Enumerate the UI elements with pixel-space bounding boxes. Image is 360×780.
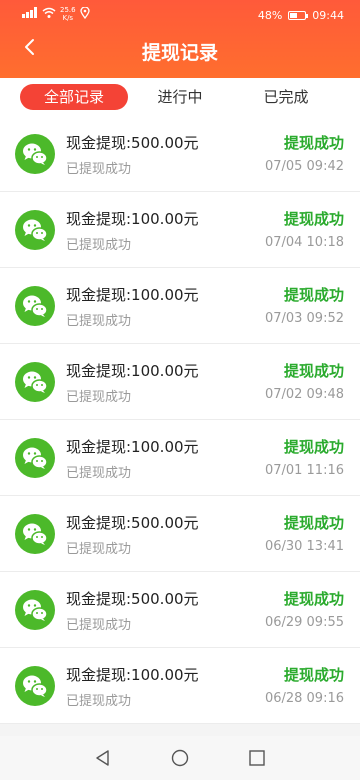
record-status: 提现成功 [283,286,344,304]
record-subtitle: 已提现成功 [66,390,132,405]
record-subtitle: 已提现成功 [66,466,132,481]
record-title: 现金提现:100.00元 [66,210,199,228]
battery-icon [288,11,309,20]
wechat-icon [15,210,55,250]
record-title: 现金提现:100.00元 [66,438,199,456]
home-circle-icon[interactable] [171,749,189,767]
record-time: 07/05 09:42 [264,159,344,174]
record-time: 06/30 13:41 [264,539,344,554]
record-time: 07/02 09:48 [264,387,344,402]
tab-in-progress[interactable]: 进行中 [130,84,230,110]
withdrawal-record-row[interactable]: 现金提现:500.00元 已提现成功 提现成功 06/29 09:55 [0,572,360,648]
record-title: 现金提现:100.00元 [66,286,199,304]
speed-value: 25.6 [60,6,76,14]
record-subtitle: 已提现成功 [66,618,132,633]
page-title: 提现记录 [141,42,218,64]
status-bar: 25.6 K/s 48% 09:44 [0,0,360,30]
record-time: 07/04 10:18 [264,235,344,250]
record-subtitle: 已提现成功 [66,694,132,709]
withdrawal-record-row[interactable]: 现金提现:100.00元 已提现成功 提现成功 06/28 09:16 [0,648,360,724]
record-title: 现金提现:100.00元 [66,362,199,380]
record-time: 06/29 09:55 [264,615,344,630]
withdrawal-record-row[interactable]: 现金提现:500.00元 已提现成功 提现成功 06/30 13:41 [0,496,360,572]
wifi-icon [42,7,56,21]
tab-all-records[interactable]: 全部记录 [20,84,128,110]
header-bar: 25.6 K/s 48% 09:44 提现记录 [0,0,360,78]
record-time: 07/01 11:16 [264,463,344,478]
record-status: 提现成功 [283,438,344,456]
record-title: 现金提现:100.00元 [66,666,199,684]
tab-completed[interactable]: 已完成 [236,84,336,110]
record-status: 提现成功 [283,590,344,608]
record-subtitle: 已提现成功 [66,542,132,557]
withdrawal-record-row[interactable]: 现金提现:100.00元 已提现成功 提现成功 07/01 11:16 [0,420,360,496]
wechat-icon [15,134,55,174]
record-status: 提现成功 [283,666,344,684]
wechat-icon [15,514,55,554]
back-triangle-icon[interactable] [94,749,112,767]
withdrawal-record-row[interactable]: 现金提现:100.00元 已提现成功 提现成功 07/03 09:52 [0,268,360,344]
wechat-icon [15,438,55,478]
network-speed: 25.6 K/s [60,6,76,22]
wechat-icon [15,362,55,402]
wechat-icon [15,666,55,706]
record-time: 06/28 09:16 [264,691,344,706]
battery-percent: 48% [257,9,283,22]
record-status: 提现成功 [283,514,344,532]
battery-level-fill [290,13,298,18]
record-title: 现金提现:500.00元 [66,134,199,152]
record-status: 提现成功 [283,134,344,152]
record-status: 提现成功 [283,362,344,380]
withdrawal-record-row[interactable]: 现金提现:500.00元 已提现成功 提现成功 07/05 09:42 [0,116,360,192]
wechat-icon [15,286,55,326]
location-icon [79,5,90,22]
record-title: 现金提现:500.00元 [66,590,199,608]
record-subtitle: 已提现成功 [66,238,132,253]
speed-unit: K/s [62,14,74,22]
record-title: 现金提现:500.00元 [66,514,199,532]
withdrawal-record-row[interactable]: 现金提现:100.00元 已提现成功 提现成功 07/02 09:48 [0,344,360,420]
filter-tabs: 全部记录 进行中 已完成 [0,78,360,116]
clock: 09:44 [312,9,344,22]
record-subtitle: 已提现成功 [66,314,132,329]
wechat-icon [15,590,55,630]
record-time: 07/03 09:52 [264,311,344,326]
record-status: 提现成功 [283,210,344,228]
record-subtitle: 已提现成功 [66,162,132,177]
withdrawal-record-list: 现金提现:500.00元 已提现成功 提现成功 07/05 09:42 现金提现:100… [0,116,360,724]
recents-square-icon[interactable] [248,749,266,767]
withdrawal-record-row[interactable]: 现金提现:100.00元 已提现成功 提现成功 07/04 10:18 [0,192,360,268]
system-navigation-bar [0,736,360,780]
signal-icon [22,7,38,21]
